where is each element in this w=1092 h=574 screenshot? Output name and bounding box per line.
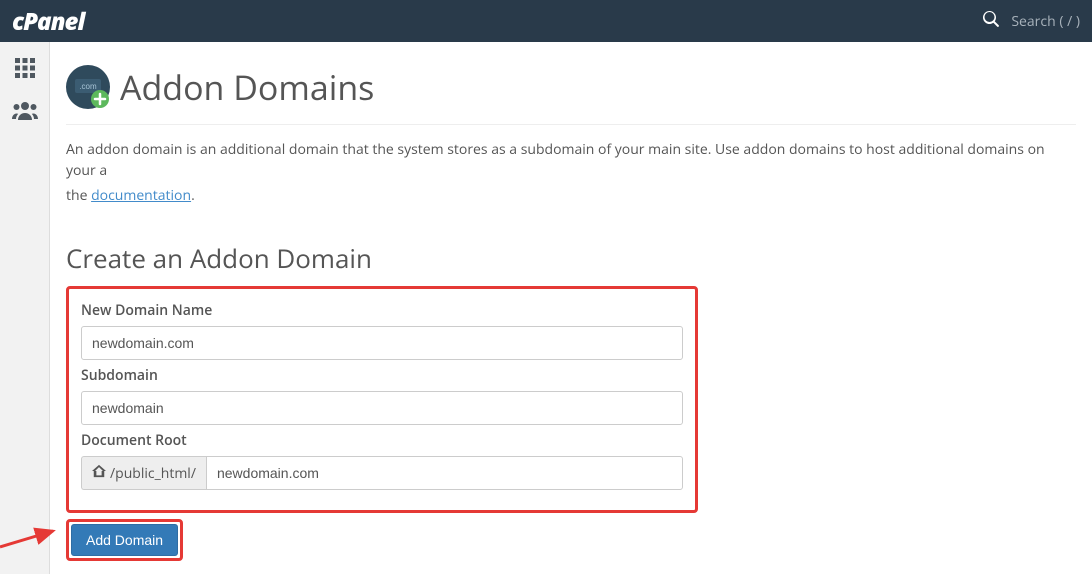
add-button-highlight: Add Domain (66, 519, 183, 561)
create-form-highlight: New Domain Name Subdomain Document Root … (66, 286, 698, 513)
form-group-new-domain: New Domain Name (81, 301, 683, 360)
addon-domains-icon: .com (66, 65, 110, 109)
main-content: .com Addon Domains An addon domain is an… (50, 42, 1092, 573)
cpanel-logo: Panel (12, 5, 84, 38)
search-icon[interactable] (983, 11, 999, 32)
subdomain-input[interactable] (81, 391, 683, 425)
svg-text:.com: .com (79, 82, 97, 91)
search-area[interactable]: Search ( / ) (983, 11, 1080, 32)
sidebar-apps-grid[interactable] (11, 54, 39, 82)
home-icon (92, 464, 106, 483)
new-domain-input[interactable] (81, 326, 683, 360)
add-domain-button[interactable]: Add Domain (71, 524, 178, 556)
docroot-input[interactable] (206, 456, 683, 490)
docroot-prefix: /public_html/ (81, 456, 206, 490)
page-header: .com Addon Domains (66, 54, 1076, 125)
form-group-docroot: Document Root /public_html/ (81, 431, 683, 490)
search-placeholder[interactable]: Search ( / ) (1011, 12, 1080, 31)
form-group-subdomain: Subdomain (81, 366, 683, 425)
page-description-line2: the documentation. (66, 185, 1076, 206)
left-sidebar (0, 42, 50, 574)
section-title: Create an Addon Domain (66, 240, 1076, 276)
docroot-input-group: /public_html/ (81, 456, 683, 490)
page-title: Addon Domains (120, 64, 374, 110)
page-description: An addon domain is an additional domain … (66, 139, 1076, 181)
documentation-link[interactable]: documentation (91, 186, 191, 205)
top-navbar: Panel Search ( / ) (0, 0, 1092, 42)
docroot-label: Document Root (81, 431, 683, 450)
subdomain-label: Subdomain (81, 366, 683, 385)
sidebar-users[interactable] (11, 96, 39, 124)
new-domain-label: New Domain Name (81, 301, 683, 320)
